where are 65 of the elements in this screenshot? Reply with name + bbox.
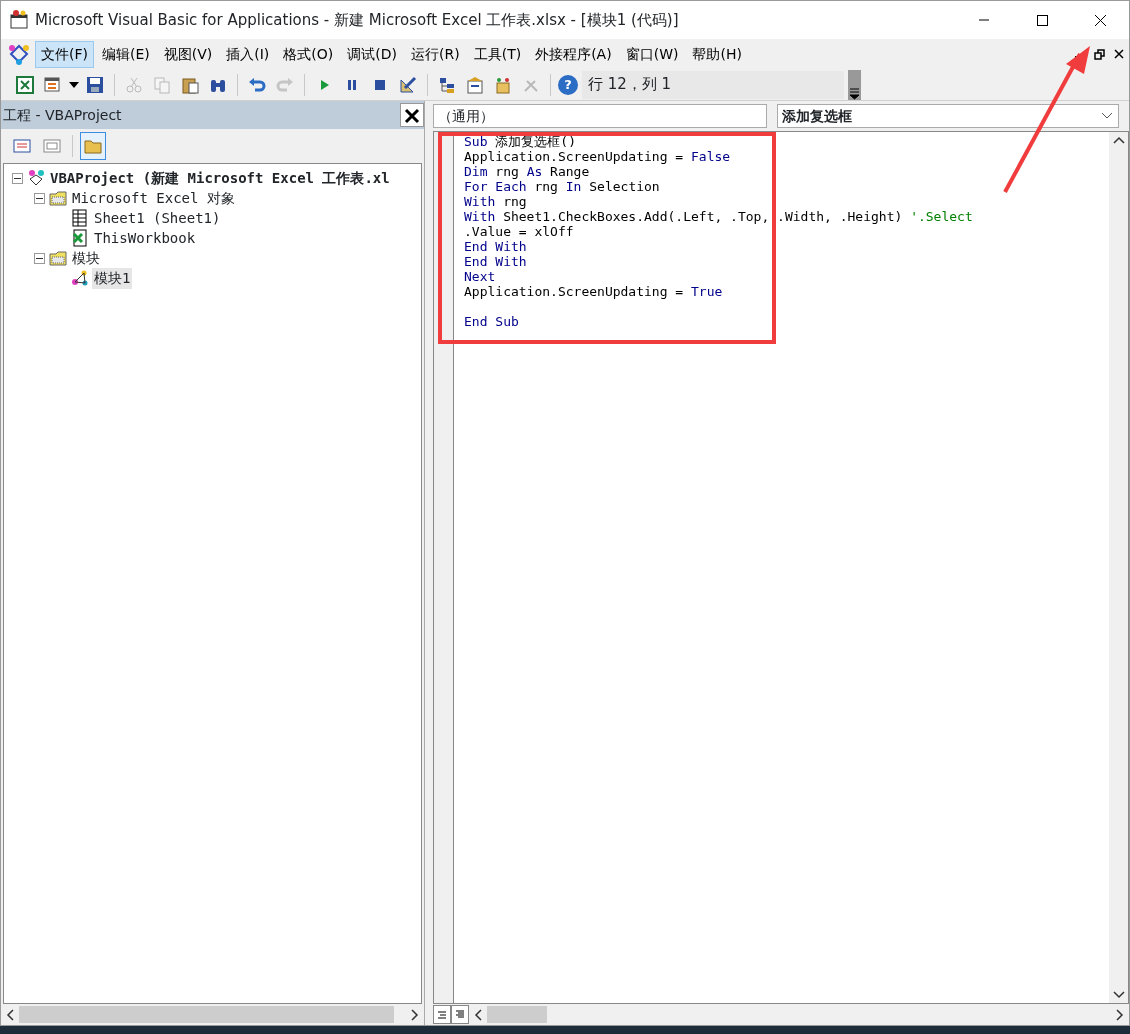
ruler-pencil-icon	[399, 75, 417, 94]
save-icon	[86, 75, 104, 94]
procedure-dropdown[interactable]: 添加复选框	[777, 104, 1119, 128]
collapse-toggle[interactable]	[12, 172, 23, 184]
properties-icon	[466, 75, 484, 94]
menu-item[interactable]: 格式(O)	[277, 40, 340, 68]
tree-item[interactable]: 模块1	[92, 267, 133, 289]
copy-icon	[153, 75, 171, 94]
tree-item[interactable]: 模块	[70, 247, 102, 269]
collapse-toggle[interactable]	[34, 192, 45, 204]
undo-icon	[248, 75, 266, 94]
menu-item[interactable]: 外接程序(A)	[529, 40, 618, 68]
procedure-view-button[interactable]	[433, 1005, 451, 1024]
menu-item[interactable]: 工具(T)	[467, 40, 528, 68]
tree-item[interactable]: Microsoft Excel 对象	[70, 187, 237, 209]
collapse-toggle[interactable]	[34, 252, 45, 264]
folder-icon	[49, 249, 67, 267]
menu-item[interactable]: 编辑(E)	[96, 40, 156, 68]
module-icon	[71, 269, 89, 287]
menu-item[interactable]: 插入(I)	[220, 40, 276, 68]
view-code-icon	[13, 137, 31, 155]
help-button[interactable]: ?	[558, 74, 578, 95]
menu-item[interactable]: 调试(D)	[341, 40, 403, 68]
excel-icon	[16, 75, 34, 94]
full-module-view-button[interactable]	[451, 1005, 469, 1024]
close-button[interactable]	[400, 103, 424, 127]
form-icon	[44, 75, 62, 94]
view-object-icon	[43, 137, 61, 155]
folder-icon	[84, 137, 102, 155]
clipboard-icon	[181, 75, 199, 94]
toolbar-options-icon	[848, 87, 861, 100]
sheet-icon	[71, 209, 89, 227]
tree-diagram-icon	[438, 75, 456, 94]
maximize-icon	[1035, 13, 1049, 27]
project-icon	[27, 169, 45, 187]
workbook-icon	[71, 229, 89, 247]
scrollbar-thumb[interactable]	[487, 1006, 547, 1023]
scroll-down-icon	[1112, 991, 1125, 999]
redo-icon	[276, 75, 294, 94]
scrollbar-thumb[interactable]	[19, 1006, 395, 1023]
lines-icon	[437, 1010, 447, 1019]
cursor-position: 行 12，列 1	[582, 70, 844, 99]
tree-item[interactable]: Sheet1 (Sheet1)	[92, 207, 223, 229]
close-icon	[1113, 48, 1125, 60]
restore-icon	[1093, 48, 1105, 60]
menu-item[interactable]: 帮助(H)	[686, 40, 748, 68]
object-dropdown[interactable]: （通用）	[433, 104, 767, 128]
menu-item[interactable]: 文件(F)	[35, 40, 94, 68]
folder-icon	[49, 189, 67, 207]
tree-item[interactable]: VBAProject (新建 Microsoft Excel 工作表.xl	[48, 167, 392, 189]
menu-item[interactable]: 视图(V)	[157, 40, 219, 68]
scissors-icon	[125, 75, 143, 94]
app-icon	[9, 10, 29, 30]
menu-item[interactable]: 运行(R)	[405, 40, 466, 68]
tree-item[interactable]: ThisWorkbook	[92, 227, 198, 249]
panel-title: 工程 - VBAProject	[3, 105, 122, 125]
close-icon	[1093, 13, 1107, 27]
window-title: Microsoft Visual Basic for Applications - 新建 Microsoft Excel 工作表.xlsx - [模块1 (代码)]	[35, 9, 680, 31]
caret-icon	[69, 81, 79, 88]
scroll-up-icon	[1112, 136, 1125, 144]
close-icon	[404, 108, 420, 124]
folder-button[interactable]	[80, 132, 106, 160]
box-icon	[494, 75, 512, 94]
lines-icon	[455, 1010, 465, 1019]
menu-item[interactable]: 窗口(W)	[619, 40, 685, 68]
